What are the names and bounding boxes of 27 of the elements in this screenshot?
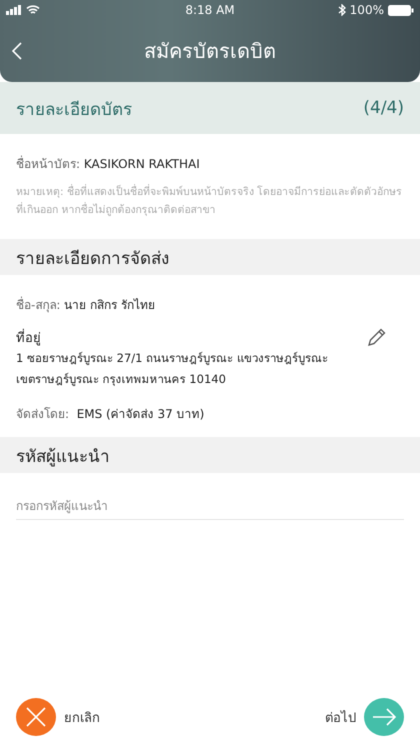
address-line: เขตราษฎร์บูรณะ กรุงเทพมหานคร 10140: [16, 371, 227, 388]
note-text: หมายเหตุ: ชื่อที่แสดงเป็นชื่อที่จะพิมพ์บนหน้าบัตรจริง โดยอาจมีการย่อและตัดตัวอักษรที่เกินออก หากชื่อไม่ถูกต้องกรุณาติดต่อสาขา: [16, 183, 404, 218]
field-label: ชื่อ-สกุล:: [16, 298, 60, 312]
field-label: จัดส่งโดย:: [16, 407, 70, 421]
wifi-icon: [26, 5, 40, 15]
next-button[interactable]: ต่อไป: [325, 698, 404, 736]
bluetooth-icon: [338, 4, 346, 16]
status-time: 8:18 AM: [185, 3, 235, 17]
close-icon: [16, 698, 56, 736]
recipient-name: นาย กสิกร รักไทย: [64, 298, 155, 312]
card-name: KASIKORN RAKTHAI: [84, 157, 200, 171]
section-title: รายละเอียดบัตร: [16, 98, 132, 122]
battery-icon: [388, 4, 414, 16]
address-line: 1 ซอยราษฎร์บูรณะ 27/1 ถนนราษฎร์บูรณะ แขวงราษฎร์บูรณะ: [16, 350, 329, 367]
arrow-right-icon: [364, 698, 404, 736]
address-label: ที่อยู่: [16, 328, 41, 348]
edit-icon[interactable]: [366, 326, 388, 348]
back-icon[interactable]: [12, 42, 22, 60]
battery-percent: 100%: [350, 3, 384, 17]
signal-icon: [6, 5, 22, 15]
screen-title: สมัครบัตรเดบิต: [144, 38, 276, 65]
shipping-method: EMS (ค่าจัดส่ง 37 บาท): [76, 407, 204, 421]
cancel-button[interactable]: ยกเลิก: [16, 698, 100, 736]
field-label: ชื่อหน้าบัตร:: [16, 157, 80, 171]
section-title: รหัสผู้แนะนำ: [16, 446, 110, 468]
section-title: รายละเอียดการจัดส่ง: [16, 248, 169, 270]
step-counter: (4/4): [363, 98, 404, 118]
